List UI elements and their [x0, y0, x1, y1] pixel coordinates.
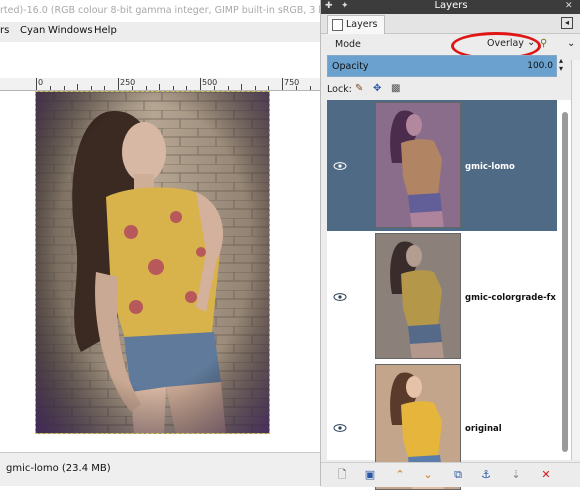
adjacent-window-edge — [571, 60, 580, 460]
eye-icon[interactable] — [333, 424, 347, 432]
portrait-photo — [36, 92, 269, 433]
menu-item-layers[interactable]: rs — [0, 25, 9, 36]
layers-button-bar: 🗋 ▣ ⌃ ⌄ ⧉ ⚓ ⇣ ✕ — [321, 462, 580, 487]
canvas-image[interactable] — [35, 91, 270, 434]
tab-layers-label: Layers — [346, 19, 378, 30]
layer-name[interactable]: original — [465, 424, 502, 434]
opacity-spin-buttons[interactable]: ▴ ▾ — [559, 57, 563, 73]
lock-position-move-icon[interactable]: ✥ — [373, 83, 381, 94]
dock-titlebar: ✚ ✦ Layers ✕ — [321, 0, 580, 14]
opacity-value: 100.0 — [527, 61, 553, 71]
layer-row-gmic-lomo[interactable]: gmic-lomo — [327, 100, 557, 231]
lower-layer-icon[interactable]: ⌄ — [421, 468, 435, 482]
layers-dock: ✚ ✦ Layers ✕ Layers ◂ Mode Overlay ⌄ ⚲ ⌄… — [320, 0, 580, 490]
new-layer-icon[interactable]: 🗋 — [335, 468, 349, 482]
eye-icon[interactable] — [333, 293, 347, 301]
image-window-titlebar: rted)-16.0 (RGB colour 8-bit gamma integ… — [0, 0, 320, 22]
layer-row-gmic-colorgrade-fx[interactable]: gmic-colorgrade-fx — [327, 231, 557, 362]
status-text: gmic-lomo (23.4 MB) — [6, 463, 111, 474]
tab-layers[interactable]: Layers — [327, 15, 385, 34]
mode-options-chevron-icon[interactable]: ⌄ — [567, 38, 575, 49]
image-window-title: rted)-16.0 (RGB colour 8-bit gamma integ… — [0, 5, 320, 16]
delete-layer-icon[interactable]: ✕ — [539, 468, 553, 482]
lock-row: Lock: ✎ ✥ ▩ — [327, 81, 567, 97]
image-window: rted)-16.0 (RGB colour 8-bit gamma integ… — [0, 0, 320, 486]
menu-item-help[interactable]: Help — [94, 25, 117, 36]
opacity-slider[interactable]: Opacity 100.0 — [327, 55, 557, 77]
tab-configure-icon[interactable]: ◂ — [561, 17, 573, 29]
layer-name[interactable]: gmic-colorgrade-fx — [465, 293, 556, 303]
dock-tab-bar: Layers ◂ — [321, 14, 580, 34]
lock-alpha-checker-icon[interactable]: ▩ — [391, 83, 400, 94]
duplicate-layer-icon[interactable]: ⧉ — [451, 468, 465, 482]
composite-mode-icon[interactable]: ⚲ — [540, 38, 547, 49]
anchor-layer-icon[interactable]: ⚓ — [479, 468, 493, 482]
layer-list: gmic-lomo gmic-colorgrade-fx original — [327, 100, 557, 490]
eye-icon[interactable] — [333, 162, 347, 170]
layer-thumbnail — [375, 233, 461, 359]
layer-thumbnail — [375, 102, 461, 228]
lock-label: Lock: — [327, 84, 352, 95]
raise-layer-icon[interactable]: ⌃ — [393, 468, 407, 482]
opacity-label: Opacity — [332, 61, 369, 72]
menu-item-windows[interactable]: Windows — [48, 25, 93, 36]
horizontal-ruler[interactable]: 0 250 500 750 — [0, 78, 320, 91]
scrollbar-thumb[interactable] — [562, 112, 568, 452]
menubar: rs Cyan Windows Help — [0, 22, 320, 42]
mode-label: Mode — [335, 39, 361, 50]
menu-item-cyan[interactable]: Cyan — [20, 25, 45, 36]
merge-layer-icon[interactable]: ⇣ — [509, 468, 523, 482]
image-status-bar: gmic-lomo (23.4 MB) — [0, 452, 320, 486]
new-layer-group-icon[interactable]: ▣ — [363, 468, 377, 482]
layers-tab-icon — [332, 19, 343, 31]
dock-title: Layers — [434, 0, 468, 11]
ruler-label-0: 0 — [38, 78, 44, 87]
lock-pixels-brush-icon[interactable]: ✎ — [355, 83, 363, 94]
close-icon[interactable]: ✕ — [565, 1, 573, 11]
layer-name[interactable]: gmic-lomo — [465, 162, 515, 172]
